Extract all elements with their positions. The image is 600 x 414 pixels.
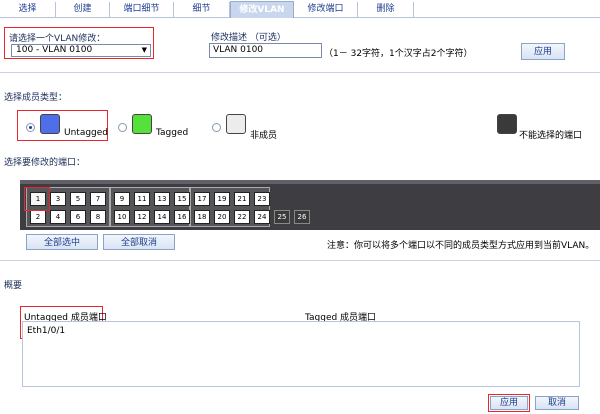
port-4[interactable]: 4	[50, 210, 66, 224]
untagged-radio[interactable]	[26, 123, 35, 132]
untagged-label: Untagged	[64, 128, 109, 138]
non-member-radio[interactable]	[212, 123, 221, 132]
port-17[interactable]: 17	[194, 192, 210, 206]
port-16[interactable]: 16	[174, 210, 190, 224]
port-18[interactable]: 18	[194, 210, 210, 224]
port-11[interactable]: 11	[134, 192, 150, 206]
port-21[interactable]: 21	[234, 192, 250, 206]
port-25: 25	[274, 210, 290, 224]
vlan-select-label: 请选择一个VLAN修改：	[9, 34, 106, 44]
port-13[interactable]: 13	[154, 192, 170, 206]
port-10[interactable]: 10	[114, 210, 130, 224]
ports-label: 选择要修改的端口：	[4, 158, 86, 168]
non-member-label: 非成员	[250, 131, 278, 141]
port-6[interactable]: 6	[70, 210, 86, 224]
tagged-label: Tagged	[156, 128, 189, 138]
description-value: VLAN 0100	[213, 45, 264, 55]
tab-port-detail[interactable]: 端口细节	[110, 2, 174, 17]
description-input[interactable]: VLAN 0100	[209, 43, 322, 58]
apply-top-button[interactable]: 应用	[521, 43, 565, 60]
port-12[interactable]: 12	[134, 210, 150, 224]
port-19[interactable]: 19	[214, 192, 230, 206]
port-9[interactable]: 9	[114, 192, 130, 206]
vlan-select-value: 100 - VLAN 0100	[16, 45, 93, 55]
divider	[0, 260, 600, 261]
port-15[interactable]: 15	[174, 192, 190, 206]
tab-delete[interactable]: 删除	[358, 2, 414, 17]
untagged-port-item[interactable]: Eth1/0/1	[27, 326, 65, 336]
port-26: 26	[294, 210, 310, 224]
port-2[interactable]: 2	[30, 210, 46, 224]
tab-detail[interactable]: 细节	[174, 2, 230, 17]
port-5[interactable]: 5	[70, 192, 86, 206]
tab-modify-port[interactable]: 修改端口	[294, 2, 358, 17]
summary-label: 概要	[4, 281, 23, 291]
apply-bottom-button[interactable]: 应用	[490, 396, 528, 410]
port-3[interactable]: 3	[50, 192, 66, 206]
unselectable-label: 不能选择的端口	[519, 131, 583, 141]
note-text: 注意：你可以将多个端口以不同的成员类型方式应用到当前VLAN。	[327, 241, 595, 251]
deselect-all-button[interactable]: 全部取消	[103, 234, 175, 250]
port-8[interactable]: 8	[90, 210, 106, 224]
select-all-button[interactable]: 全部选中	[26, 234, 98, 250]
tab-select[interactable]: 选择	[0, 2, 56, 17]
vlan-select-dropdown[interactable]: 100 - VLAN 0100 ▼	[11, 44, 151, 57]
non-member-swatch	[226, 114, 246, 134]
cancel-button[interactable]: 取消	[535, 396, 579, 410]
port-23[interactable]: 23	[254, 192, 270, 206]
unselectable-swatch	[497, 114, 517, 134]
port-22[interactable]: 22	[234, 210, 250, 224]
port-24[interactable]: 24	[254, 210, 270, 224]
tab-bar: 选择 创建 端口细节 细节 修改VLAN 修改端口 删除	[0, 0, 600, 18]
members-listbox: Eth1/0/1	[22, 321, 580, 387]
description-label: 修改描述 （可选）	[211, 33, 286, 43]
member-type-label: 选择成员类型：	[4, 93, 68, 103]
port-20[interactable]: 20	[214, 210, 230, 224]
port-7[interactable]: 7	[90, 192, 106, 206]
tagged-swatch	[132, 114, 152, 134]
tab-modify-vlan[interactable]: 修改VLAN	[230, 1, 294, 18]
description-hint: （1－ 32字符，1个汉字占2个字符）	[324, 49, 473, 59]
selected-port-highlight	[24, 187, 50, 211]
tagged-radio[interactable]	[118, 123, 127, 132]
port-14[interactable]: 14	[154, 210, 170, 224]
divider	[0, 72, 600, 73]
tab-create[interactable]: 创建	[56, 2, 110, 17]
switch-panel: 1 3 5 7 9 11 13 15 17 19 21 23 2 4 6 8 10 12 14 16 18 20 22 24 2…	[20, 180, 600, 230]
vlan-select-group: 请选择一个VLAN修改： 100 - VLAN 0100 ▼	[4, 27, 154, 59]
chevron-down-icon: ▼	[141, 46, 147, 54]
untagged-swatch	[40, 114, 60, 134]
